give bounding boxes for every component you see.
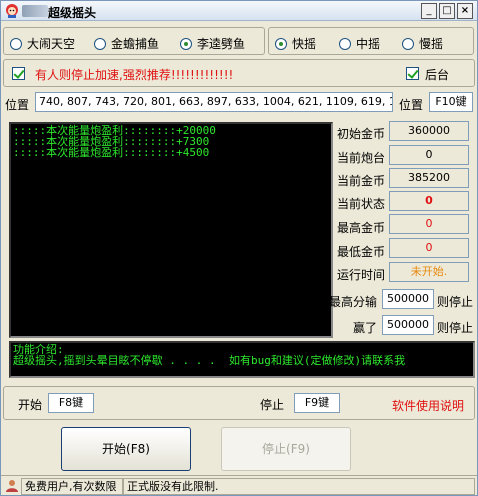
stop-button[interactable]: 停止(F9) [221, 427, 351, 471]
max-loss-suffix: 则停止 [437, 295, 474, 309]
speed-group: 快摇 中摇 慢摇 [268, 27, 474, 55]
title-redaction [22, 5, 48, 17]
initial-gold-value: 360000 [389, 121, 469, 141]
radio-selected-icon[interactable] [180, 37, 192, 50]
radio-icon[interactable] [94, 37, 106, 50]
radio-icon[interactable] [402, 37, 414, 50]
position-input[interactable]: 740, 807, 743, 720, 801, 663, 897, 633, … [35, 92, 393, 112]
background-label: 后台 [425, 68, 450, 82]
speed-option-slow[interactable]: 慢摇 [402, 35, 443, 52]
info-panel: 功能介绍: 超级摇头,摇到头晕目眩不停歇 . . . . 如有bug和建议(定做… [9, 341, 475, 378]
max-gold-value: 0 [389, 214, 469, 234]
info-line-row: 超级摇头,摇到头晕目眩不停歇 . . . . 如有bug和建议(定做修改)请联系… [13, 355, 471, 366]
current-state-label: 当前状态 [337, 197, 386, 211]
stop-hotkey-label: 停止 [260, 398, 285, 412]
app-icon [6, 4, 18, 18]
log-line: :::::本次能量炮盈利::::::::+4500 [13, 146, 210, 159]
mode-label: 金蟾捕鱼 [111, 37, 160, 51]
stop-option-label: 有人则停止加速,强烈推荐!!!!!!!!!!!!! [35, 68, 234, 82]
background-checkbox[interactable] [406, 67, 419, 80]
start-hotkey-field[interactable]: F8键 [48, 393, 94, 413]
win-input[interactable]: 500000 [382, 315, 434, 335]
current-cannon-label: 当前炮台 [337, 151, 386, 165]
radio-selected-icon[interactable] [275, 37, 287, 50]
runtime-label: 运行时间 [337, 268, 386, 282]
hotkey-group: 开始 F8键 停止 F9键 软件使用说明 [3, 386, 475, 420]
min-gold-value: 0 [389, 238, 469, 258]
radio-icon[interactable] [339, 37, 351, 50]
current-state-value: 0 [389, 191, 469, 211]
window-title: 超级摇头 [48, 6, 97, 20]
mode-option-likui[interactable]: 李逵劈鱼 [180, 35, 245, 52]
close-button[interactable]: × [457, 3, 473, 19]
speed-label: 中摇 [356, 37, 381, 51]
initial-gold-label: 初始金币 [337, 127, 386, 141]
max-loss-input[interactable]: 500000 [382, 289, 434, 309]
stop-checkbox[interactable] [12, 67, 25, 80]
win-label: 赢了 [353, 321, 378, 335]
mode-group: 大闹天空 金蟾捕鱼 李逵劈鱼 [3, 27, 265, 55]
mode-option-danao[interactable]: 大闹天空 [10, 35, 75, 52]
stop-hotkey-field[interactable]: F9键 [294, 393, 340, 413]
speed-option-medium[interactable]: 中摇 [339, 35, 380, 52]
manual-link[interactable]: 软件使用说明 [392, 397, 464, 414]
current-gold-value: 385200 [389, 168, 469, 188]
status-user-text: 免费用户,有次数限 [21, 478, 123, 495]
max-loss-label: 最高分输 [329, 295, 378, 309]
maximize-button[interactable]: □ [439, 3, 455, 19]
position-key-label: 位置 [399, 98, 424, 112]
min-gold-label: 最低金币 [337, 245, 386, 259]
position-hotkey-field[interactable]: F10键 [429, 92, 473, 112]
position-label: 位置 [5, 98, 30, 112]
status-notice: 正式版没有此限制. [123, 478, 475, 495]
speed-option-fast[interactable]: 快摇 [275, 35, 316, 52]
current-cannon-value: 0 [389, 145, 469, 165]
win-suffix: 则停止 [437, 321, 474, 335]
mode-label: 大闹天空 [27, 37, 76, 51]
options-group: 有人则停止加速,强烈推荐!!!!!!!!!!!!! 后台 [3, 59, 475, 87]
main-window: 超级摇头 _ □ × 大闹天空 金蟾捕鱼 李逵劈鱼 快摇 中摇 慢摇 有人则停止… [0, 0, 478, 496]
start-button[interactable]: 开始(F8) [61, 427, 191, 471]
radio-icon[interactable] [10, 37, 22, 50]
log-console: :::::本次能量炮盈利::::::::+20000 :::::本次能量炮盈利:… [9, 122, 333, 338]
info-line: 超级摇头,摇到头晕目眩不停歇 . . . . [13, 354, 216, 367]
start-hotkey-label: 开始 [18, 398, 43, 412]
title-bar[interactable]: 超级摇头 _ □ × [1, 1, 477, 21]
minimize-button[interactable]: _ [421, 3, 437, 19]
runtime-value: 未开始. [389, 262, 469, 282]
speed-label: 快摇 [292, 37, 317, 51]
status-bar: 免费用户,有次数限 正式版没有此限制. [1, 475, 477, 495]
mode-label: 李逵劈鱼 [197, 37, 246, 51]
info-contact-line: 如有bug和建议(定做修改)请联系我 [229, 354, 406, 367]
mode-option-jinchan[interactable]: 金蟾捕鱼 [94, 35, 159, 52]
max-gold-label: 最高金币 [337, 221, 386, 235]
user-icon [6, 480, 18, 492]
current-gold-label: 当前金币 [337, 174, 386, 188]
speed-label: 慢摇 [419, 37, 444, 51]
